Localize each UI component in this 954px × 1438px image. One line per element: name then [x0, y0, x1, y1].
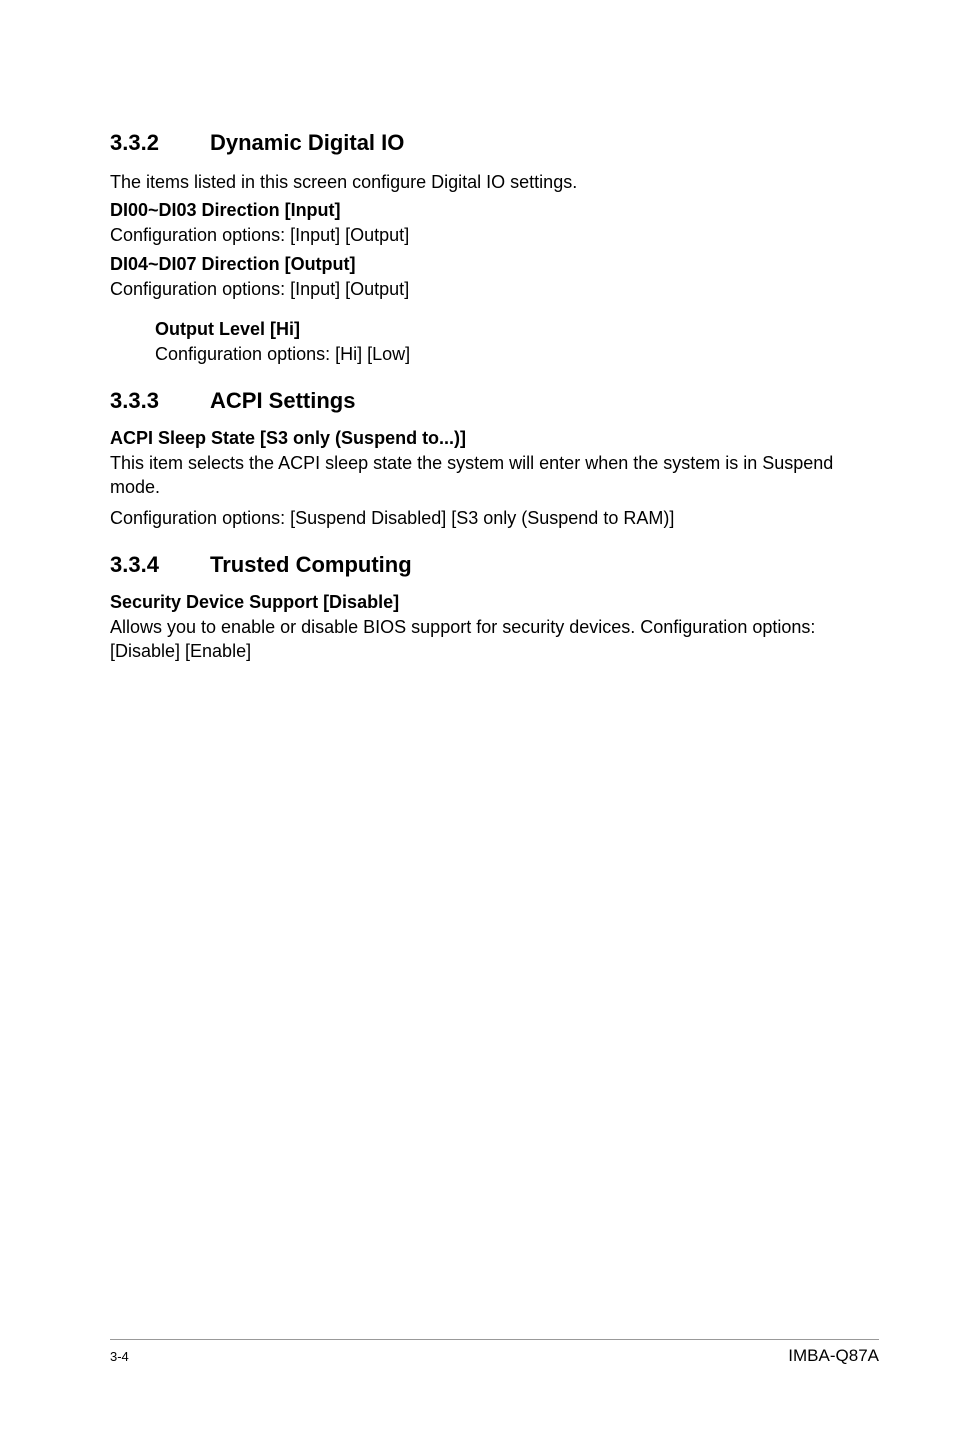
- config-item-text: Configuration options: [Input] [Output]: [110, 223, 844, 247]
- section-heading-334: 3.3.4 Trusted Computing: [110, 552, 844, 578]
- section-title: Trusted Computing: [210, 552, 412, 578]
- section-number: 3.3.4: [110, 552, 210, 578]
- config-item-text: This item selects the ACPI sleep state t…: [110, 451, 844, 500]
- section-title: ACPI Settings: [210, 388, 355, 414]
- config-item-label: DI04~DI07 Direction [Output]: [110, 254, 844, 275]
- page-number: 3-4: [110, 1349, 129, 1364]
- subsection: Output Level [Hi] Configuration options:…: [155, 319, 844, 366]
- product-label: IMBA-Q87A: [788, 1346, 879, 1366]
- section-number: 3.3.2: [110, 130, 210, 156]
- section-title: Dynamic Digital IO: [210, 130, 404, 156]
- section-number: 3.3.3: [110, 388, 210, 414]
- section-heading-332: 3.3.2 Dynamic Digital IO: [110, 130, 844, 156]
- section-intro: The items listed in this screen configur…: [110, 170, 844, 194]
- sub-item-text: Configuration options: [Hi] [Low]: [155, 342, 844, 366]
- config-item-text: Configuration options: [Input] [Output]: [110, 277, 844, 301]
- page-footer: 3-4 IMBA-Q87A: [110, 1339, 879, 1366]
- config-item-text: Configuration options: [Suspend Disabled…: [110, 506, 844, 530]
- sub-item-label: Output Level [Hi]: [155, 319, 844, 340]
- config-item-text: Allows you to enable or disable BIOS sup…: [110, 615, 844, 664]
- config-item-label: DI00~DI03 Direction [Input]: [110, 200, 844, 221]
- config-item-label: ACPI Sleep State [S3 only (Suspend to...…: [110, 428, 844, 449]
- config-item-label: Security Device Support [Disable]: [110, 592, 844, 613]
- section-heading-333: 3.3.3 ACPI Settings: [110, 388, 844, 414]
